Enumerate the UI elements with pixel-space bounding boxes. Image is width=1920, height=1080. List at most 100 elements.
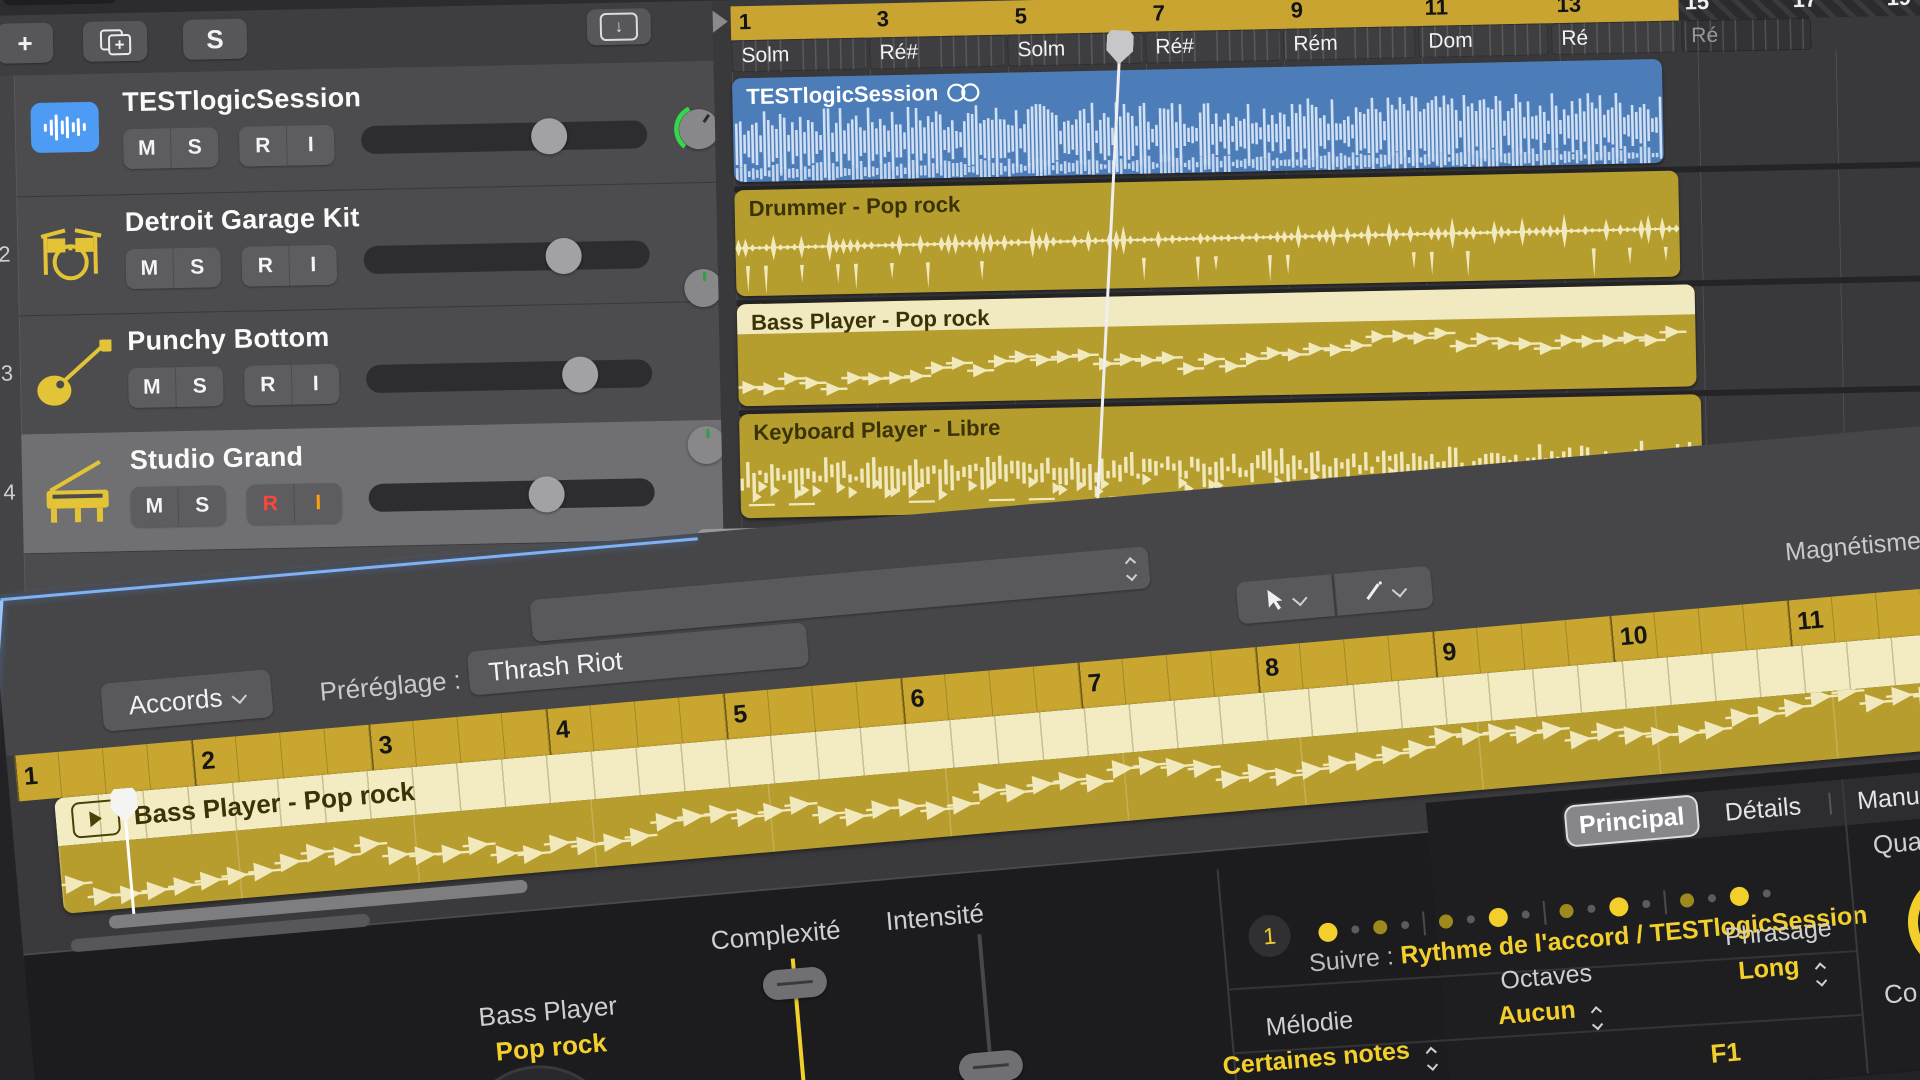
add-track-button[interactable]: + [0, 23, 53, 64]
rec-input-group: R I [246, 483, 342, 525]
pan-knob[interactable] [679, 109, 720, 150]
mute-solo-group: M S [125, 247, 221, 289]
volume-slider[interactable] [368, 478, 655, 512]
rhythm-dot [1559, 903, 1574, 918]
input-monitor-button[interactable]: I [292, 364, 340, 405]
solo-button[interactable]: S [176, 366, 224, 407]
volume-knob[interactable] [562, 356, 599, 393]
bass-region-selected[interactable]: Bass Player - Pop rock [737, 284, 1697, 406]
chevron-down-icon [1291, 590, 1306, 605]
bass-guitar-icon [35, 339, 112, 412]
tab-principal[interactable]: Principal [1566, 796, 1698, 845]
pencil-tool-dropdown[interactable] [1333, 566, 1433, 616]
volume-slider[interactable] [363, 240, 650, 274]
bar-number: 3 [876, 6, 889, 32]
track-number: 4 [0, 479, 22, 505]
region-title: Bass Player - Pop rock [751, 305, 990, 336]
chord-segment[interactable]: Ré# [869, 35, 1005, 70]
chord-segment[interactable]: Rém [1283, 26, 1416, 61]
summary-icon: S [206, 24, 224, 55]
mute-solo-group: M S [128, 366, 224, 408]
record-enable-button[interactable]: R [239, 126, 288, 167]
chord-segment[interactable]: Ré [1551, 21, 1678, 56]
track-name[interactable]: Studio Grand [130, 441, 304, 476]
rec-input-group: R I [239, 125, 335, 167]
audio-region[interactable]: TESTlogicSession [732, 59, 1664, 182]
rhythm-dot [1521, 910, 1530, 919]
bar-number: 19 [1886, 0, 1911, 11]
color-label-partial: Co [1883, 977, 1919, 1011]
dot-separator [1543, 901, 1547, 925]
input-monitor-button-on[interactable]: I [294, 483, 342, 524]
volume-slider[interactable] [366, 359, 653, 393]
volume-knob[interactable] [528, 476, 565, 513]
rec-input-group: R I [241, 245, 337, 287]
intensity-slider-handle[interactable] [958, 1049, 1024, 1080]
mute-button[interactable]: M [123, 128, 172, 169]
mute-solo-group: M S [130, 485, 226, 527]
track-name[interactable]: TESTlogicSession [122, 82, 361, 118]
record-enable-button[interactable]: R [244, 365, 293, 406]
rhythm-dot [1587, 904, 1596, 913]
track-summary-button[interactable]: S [183, 19, 248, 60]
note-value[interactable]: F1 [1709, 1036, 1742, 1070]
chord-segment[interactable]: Dom [1418, 23, 1549, 58]
region-title: Drummer - Pop rock [748, 192, 960, 222]
stepper-icon [1126, 558, 1136, 580]
mute-button[interactable]: M [130, 486, 179, 527]
follow-label: Suivre : [1308, 942, 1395, 977]
record-enable-button-armed[interactable]: R [246, 484, 295, 525]
duplicate-track-icon: + [100, 29, 130, 54]
rhythm-dot [1642, 900, 1651, 909]
input-monitor-button[interactable]: I [289, 245, 337, 286]
dot-separator [1663, 890, 1667, 914]
solo-button[interactable]: S [171, 127, 219, 168]
rhythm-dot [1762, 889, 1771, 898]
solo-button[interactable]: S [173, 247, 221, 288]
volume-knob[interactable] [545, 238, 582, 275]
tab-details[interactable]: Détails [1697, 785, 1829, 834]
record-enable-button[interactable]: R [241, 246, 290, 287]
bar-number: 9 [1290, 0, 1303, 24]
dot-separator [1422, 911, 1426, 935]
volume-slider[interactable] [361, 120, 648, 154]
bar-number: 17 [1792, 0, 1817, 13]
quantize-label-partial: Qua [1872, 826, 1920, 861]
track-name[interactable]: Detroit Garage Kit [125, 202, 360, 238]
chord-segment-dim[interactable]: Ré [1681, 18, 1812, 53]
stepper-icon [1816, 964, 1826, 986]
input-monitor-button[interactable]: I [287, 125, 335, 166]
pointer-tool-dropdown[interactable] [1236, 574, 1335, 624]
track-number: 3 [0, 360, 19, 386]
audio-waveform-icon [30, 102, 99, 153]
editor-bar-number: 5 [732, 700, 748, 730]
chord-segment[interactable]: Ré# [1145, 29, 1281, 64]
pencil-icon [1363, 581, 1385, 603]
rhythm-dot [1351, 925, 1360, 934]
bar-number: 5 [1014, 3, 1027, 29]
editor-bar-number: 1 [23, 762, 39, 792]
editor-bar-number: 11 [1796, 606, 1825, 637]
editor-bar-number: 8 [1264, 653, 1280, 683]
mute-button[interactable]: M [128, 367, 177, 408]
solo-button[interactable]: S [178, 485, 226, 526]
bar-number: 1 [739, 9, 752, 35]
editor-bar-number: 4 [555, 715, 571, 745]
octaves-param[interactable]: Octaves Aucun [1460, 956, 1635, 1041]
track-name[interactable]: Punchy Bottom [127, 322, 330, 357]
editor-bar-number: 6 [909, 684, 925, 714]
mute-solo-group: M S [123, 127, 219, 169]
duplicate-track-button[interactable]: + [83, 21, 148, 62]
region-title: TESTlogicSession [746, 80, 938, 110]
hide-track-header-button[interactable]: ↓ [586, 8, 651, 45]
editor-bar-number: 3 [377, 731, 393, 761]
mute-button[interactable]: M [125, 248, 174, 289]
editor-bar-number: 10 [1619, 621, 1649, 652]
volume-knob[interactable] [531, 118, 568, 155]
editor-bar-number: 2 [200, 746, 216, 776]
chord-segment[interactable]: Solm [731, 38, 867, 73]
chevron-down-icon [232, 688, 247, 703]
rhythm-dot [1438, 914, 1453, 929]
drummer-region[interactable]: Drummer - Pop rock [734, 171, 1680, 297]
cursor-arrow-icon [1265, 588, 1285, 611]
